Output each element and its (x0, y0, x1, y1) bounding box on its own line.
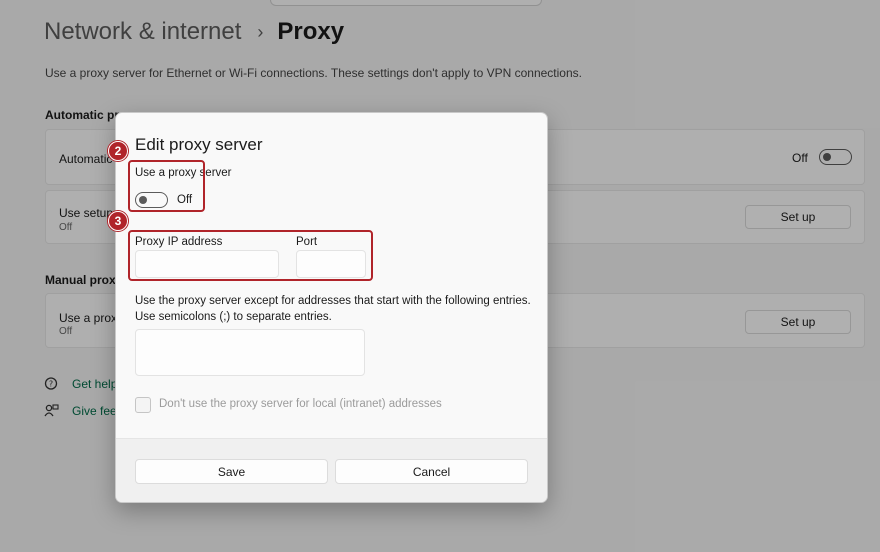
annotation-highlight-3 (128, 230, 373, 281)
annotation-badge-2: 2 (108, 141, 128, 161)
annotation-badge-3: 3 (108, 211, 128, 231)
dialog-footer: Save Cancel (116, 438, 547, 502)
exceptions-text-line-1: Use the proxy server except for addresse… (135, 295, 531, 307)
save-button[interactable]: Save (135, 459, 328, 484)
exceptions-text-line-2: Use semicolons (;) to separate entries. (135, 311, 332, 323)
local-bypass-label: Don't use the proxy server for local (in… (159, 398, 442, 410)
dialog-title: Edit proxy server (135, 135, 263, 154)
annotation-highlight-2 (128, 160, 205, 212)
exceptions-textarea[interactable] (135, 329, 365, 376)
exceptions-description: Use the proxy server except for addresse… (135, 293, 540, 325)
local-bypass-checkbox[interactable] (135, 397, 151, 413)
cancel-button[interactable]: Cancel (335, 459, 528, 484)
